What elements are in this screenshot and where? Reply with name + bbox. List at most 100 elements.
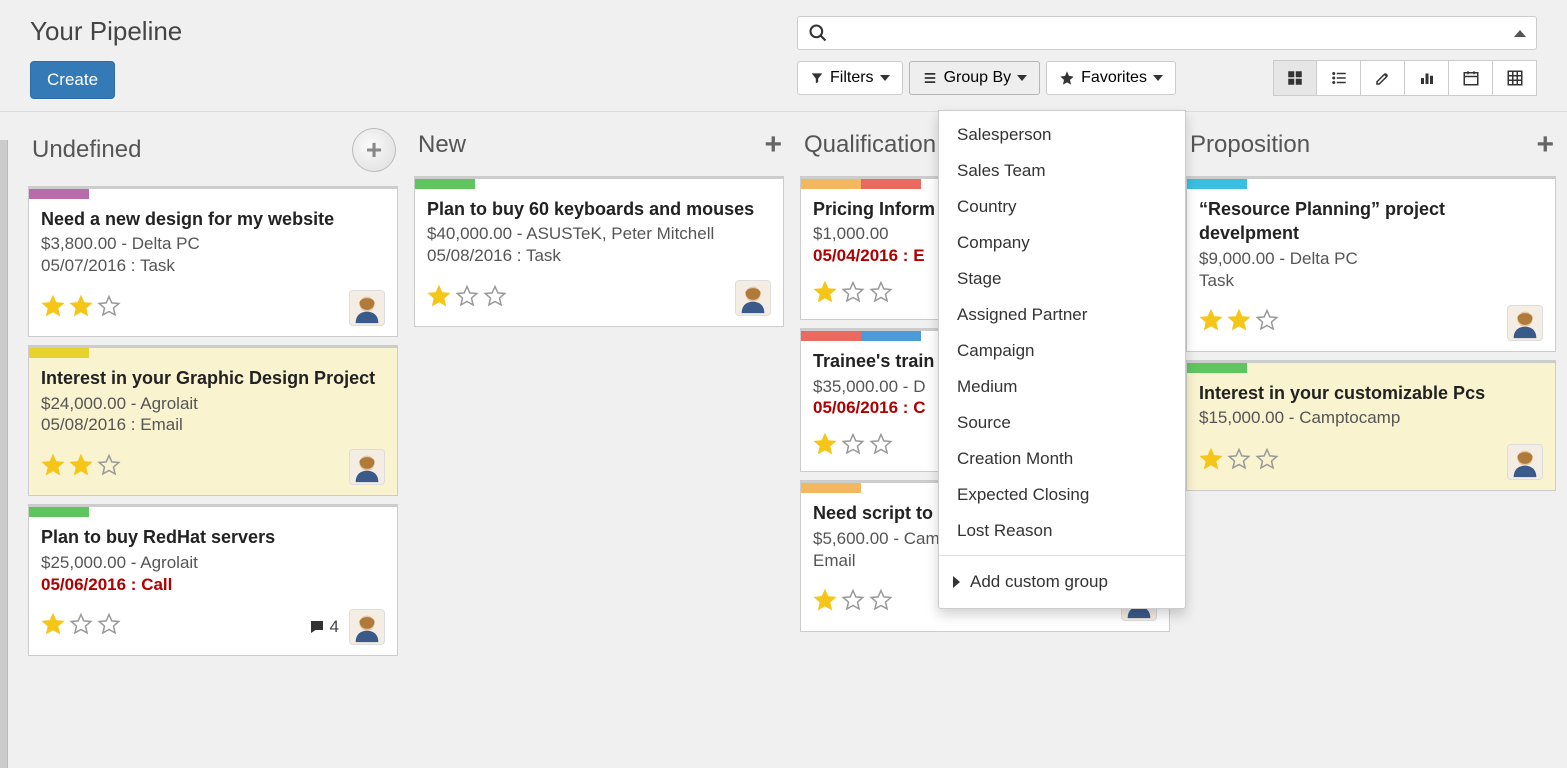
avatar[interactable]: [1507, 444, 1543, 480]
priority-stars[interactable]: [41, 612, 121, 641]
avatar[interactable]: [1507, 305, 1543, 341]
graph-view-button[interactable]: [1405, 60, 1449, 96]
add-record-button[interactable]: +: [352, 128, 396, 172]
star-icon[interactable]: [869, 432, 893, 461]
star-icon[interactable]: [69, 294, 93, 323]
kanban-column: Undefined+Need a new design for my websi…: [20, 112, 406, 664]
star-icon[interactable]: [69, 612, 93, 641]
calendar-view-button[interactable]: [1449, 60, 1493, 96]
star-icon[interactable]: [427, 284, 451, 313]
kanban-view-button[interactable]: [1273, 60, 1317, 96]
kanban-card[interactable]: Need a new design for my website$3,800.0…: [28, 186, 398, 337]
column-title: Proposition: [1190, 131, 1310, 159]
edit-icon: [1374, 69, 1392, 87]
avatar[interactable]: [349, 609, 385, 645]
color-tag: [801, 483, 861, 493]
kanban-card[interactable]: Plan to buy 60 keyboards and mouses$40,0…: [414, 176, 784, 327]
groupby-option[interactable]: Source: [939, 405, 1185, 441]
star-icon[interactable]: [813, 280, 837, 309]
groupby-option[interactable]: Stage: [939, 261, 1185, 297]
star-icon[interactable]: [1255, 308, 1279, 337]
priority-stars[interactable]: [41, 294, 121, 323]
collapse-search-icon[interactable]: [1514, 30, 1526, 37]
color-tag: [861, 179, 921, 189]
chevron-down-icon: [880, 75, 890, 81]
star-icon[interactable]: [41, 294, 65, 323]
groupby-option[interactable]: Campaign: [939, 333, 1185, 369]
triangle-right-icon: [953, 576, 960, 588]
calendar-icon: [1462, 69, 1480, 87]
add-custom-group[interactable]: Add custom group: [939, 562, 1185, 602]
star-icon[interactable]: [1199, 447, 1223, 476]
kanban-card[interactable]: Interest in your Graphic Design Project$…: [28, 345, 398, 496]
avatar[interactable]: [735, 280, 771, 316]
star-icon[interactable]: [813, 588, 837, 617]
form-view-button[interactable]: [1361, 60, 1405, 96]
groupby-option[interactable]: Expected Closing: [939, 477, 1185, 513]
star-icon[interactable]: [483, 284, 507, 313]
filters-button[interactable]: Filters: [797, 61, 903, 95]
create-button[interactable]: Create: [30, 61, 115, 99]
search-input[interactable]: [836, 24, 1514, 42]
star-icon[interactable]: [1255, 447, 1279, 476]
list-view-button[interactable]: [1317, 60, 1361, 96]
star-icon[interactable]: [869, 588, 893, 617]
groupby-option[interactable]: Assigned Partner: [939, 297, 1185, 333]
avatar[interactable]: [349, 290, 385, 326]
search-box[interactable]: [797, 16, 1537, 50]
view-switcher: [1273, 60, 1537, 96]
star-icon[interactable]: [841, 588, 865, 617]
star-icon[interactable]: [841, 432, 865, 461]
star-icon[interactable]: [1199, 308, 1223, 337]
star-icon[interactable]: [97, 453, 121, 482]
star-icon: [1059, 70, 1075, 86]
groupby-option[interactable]: Company: [939, 225, 1185, 261]
star-icon[interactable]: [69, 453, 93, 482]
card-subtitle: $24,000.00 - Agrolait: [41, 393, 385, 416]
star-icon[interactable]: [41, 453, 65, 482]
add-record-button[interactable]: +: [1536, 128, 1554, 162]
priority-stars[interactable]: [813, 280, 893, 309]
card-title: Plan to buy RedHat servers: [41, 525, 385, 549]
star-icon[interactable]: [841, 280, 865, 309]
groupby-option[interactable]: Creation Month: [939, 441, 1185, 477]
kanban-card[interactable]: Interest in your customizable Pcs$15,000…: [1186, 360, 1556, 491]
card-title: “Resource Planning” project develpment: [1199, 197, 1543, 246]
kanban-card[interactable]: Plan to buy RedHat servers $25,000.00 - A…: [28, 504, 398, 655]
priority-stars[interactable]: [41, 453, 121, 482]
priority-stars[interactable]: [813, 588, 893, 617]
add-record-button[interactable]: +: [764, 128, 782, 162]
groupby-option[interactable]: Medium: [939, 369, 1185, 405]
comment-count[interactable]: 4: [308, 617, 339, 637]
star-icon[interactable]: [97, 612, 121, 641]
groupby-option[interactable]: Country: [939, 189, 1185, 225]
priority-stars[interactable]: [427, 284, 507, 313]
groupby-option[interactable]: Salesperson: [939, 117, 1185, 153]
star-icon[interactable]: [97, 294, 121, 323]
groupby-icon: [922, 71, 938, 85]
priority-stars[interactable]: [1199, 308, 1279, 337]
groupby-option[interactable]: Sales Team: [939, 153, 1185, 189]
star-icon[interactable]: [1227, 447, 1251, 476]
card-title: Interest in your customizable Pcs: [1199, 381, 1543, 405]
groupby-button[interactable]: Group By: [909, 61, 1041, 95]
barchart-icon: [1418, 69, 1436, 87]
star-icon[interactable]: [813, 432, 837, 461]
star-icon[interactable]: [869, 280, 893, 309]
kanban-card[interactable]: “Resource Planning” project develpment$9…: [1186, 176, 1556, 352]
avatar[interactable]: [349, 449, 385, 485]
color-tag: [801, 179, 861, 189]
pivot-view-button[interactable]: [1493, 60, 1537, 96]
priority-stars[interactable]: [1199, 447, 1279, 476]
left-panel-handle[interactable]: [0, 140, 8, 768]
card-subtitle: $15,000.00 - Camptocamp: [1199, 407, 1543, 430]
groupby-option[interactable]: Lost Reason: [939, 513, 1185, 549]
priority-stars[interactable]: [813, 432, 893, 461]
star-icon[interactable]: [1227, 308, 1251, 337]
card-subtitle: $25,000.00 - Agrolait: [41, 552, 385, 575]
card-activity: 05/06/2016 : Call: [41, 575, 385, 595]
star-icon[interactable]: [455, 284, 479, 313]
star-icon[interactable]: [41, 612, 65, 641]
card-subtitle: $9,000.00 - Delta PC: [1199, 248, 1543, 271]
favorites-button[interactable]: Favorites: [1046, 61, 1176, 95]
